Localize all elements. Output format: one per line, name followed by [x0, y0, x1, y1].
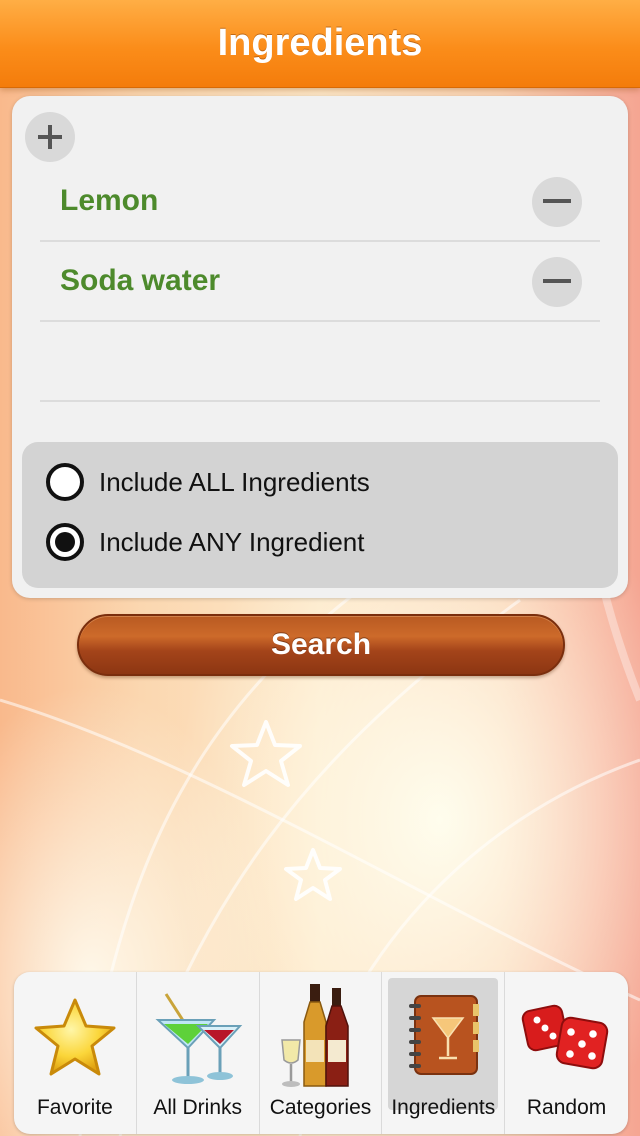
radio-unselected[interactable]: [46, 463, 84, 501]
tab-bar: Favorite All Drinks Categories Ingredien…: [14, 972, 628, 1134]
option-include-any[interactable]: Include ANY Ingredient: [46, 522, 364, 562]
star-icon: [34, 998, 116, 1076]
add-ingredient-button[interactable]: [25, 112, 75, 162]
tab-label: All Drinks: [153, 1096, 243, 1119]
cocktail-glasses-icon: [155, 993, 242, 1084]
radio-selected[interactable]: [46, 523, 84, 561]
match-mode-options: Include ALL Ingredients Include ANY Ingr…: [22, 442, 618, 588]
ingredient-row: Lemon: [40, 162, 600, 242]
tab-label: Random: [526, 1096, 607, 1119]
bottles-icon: [281, 984, 350, 1087]
radio-dot: [55, 532, 75, 552]
tab-ingredients[interactable]: Ingredients: [382, 972, 506, 1134]
tab-favorite[interactable]: Favorite: [14, 972, 137, 1134]
empty-ingredient-row[interactable]: [40, 322, 600, 402]
dice-icon: [521, 1004, 608, 1070]
tab-all-drinks[interactable]: All Drinks: [137, 972, 260, 1134]
search-button[interactable]: Search: [77, 614, 565, 676]
recipe-book-icon: [409, 995, 480, 1075]
tab-label: Ingredients: [391, 1096, 496, 1119]
remove-ingredient-button[interactable]: [532, 177, 582, 227]
option-include-all[interactable]: Include ALL Ingredients: [46, 462, 370, 502]
ingredient-row: Soda water: [40, 242, 600, 322]
tab-random[interactable]: Random: [505, 972, 628, 1134]
tab-label: Favorite: [36, 1096, 113, 1119]
tab-categories[interactable]: Categories: [260, 972, 383, 1134]
ingredient-name: Lemon: [60, 184, 159, 217]
option-label: Include ALL Ingredients: [99, 466, 370, 497]
minus-icon: [543, 199, 571, 203]
remove-ingredient-button[interactable]: [532, 257, 582, 307]
tab-label: Categories: [269, 1096, 372, 1119]
search-button-label: Search: [270, 628, 372, 661]
page-title: Ingredients: [217, 22, 423, 64]
ingredients-panel: Lemon Soda water Include ALL Ingredients…: [12, 96, 628, 598]
navigation-bar: Ingredients: [0, 0, 640, 88]
minus-icon: [543, 279, 571, 283]
option-label: Include ANY Ingredient: [99, 526, 365, 557]
plus-icon: [38, 125, 62, 149]
ingredient-name: Soda water: [60, 264, 221, 297]
